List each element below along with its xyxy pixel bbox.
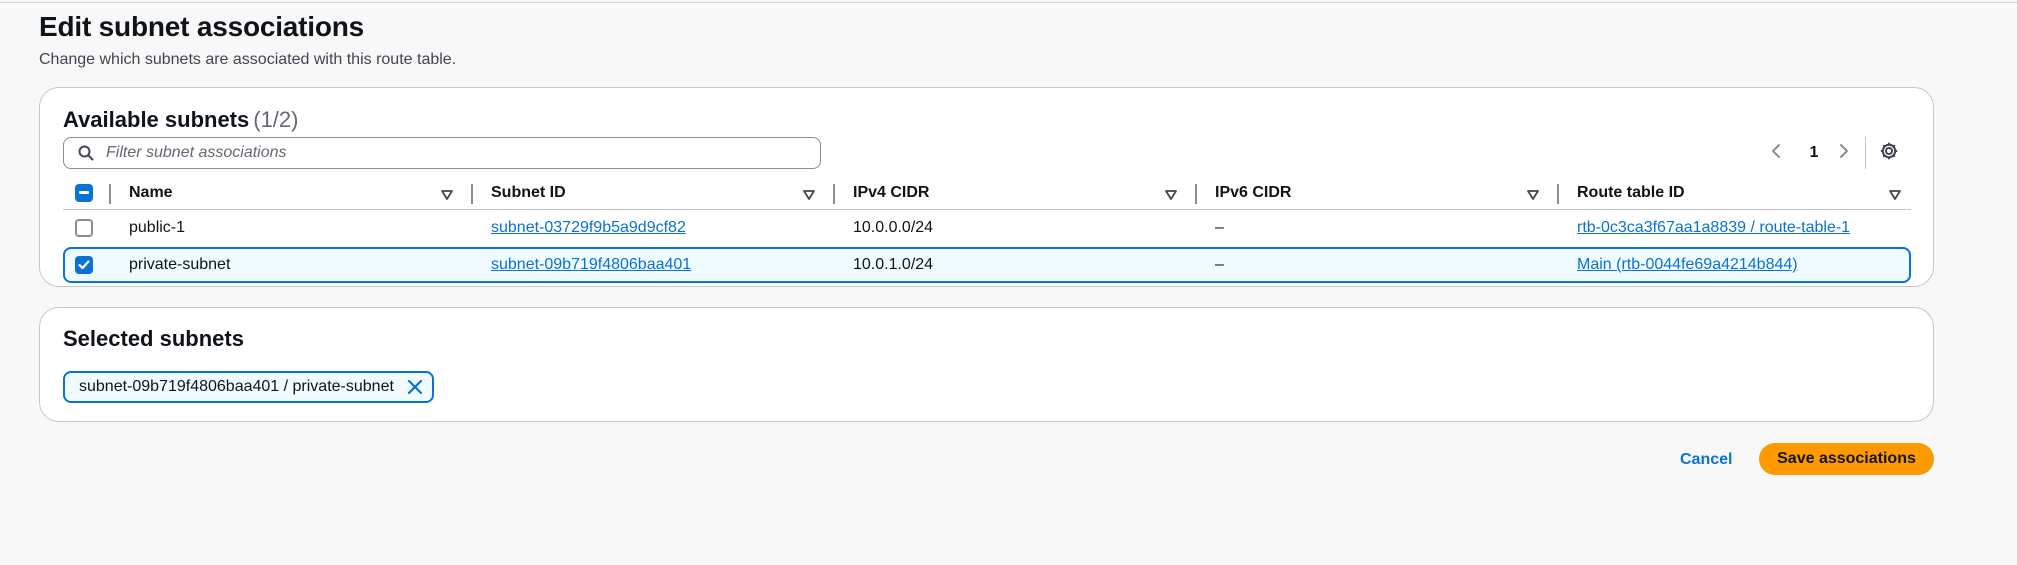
top-divider: [0, 2, 2017, 3]
column-header-ipv4-cidr[interactable]: IPv4 CIDR: [853, 176, 929, 210]
subnet-name: public-1: [129, 219, 186, 236]
ipv4-cidr: 10.0.1.0/24: [853, 256, 934, 273]
column-separator[interactable]: [471, 184, 473, 204]
ipv6-cidr: –: [1215, 256, 1224, 273]
route-table-link[interactable]: rtb-0c3ca3f67aa1a8839 / route-table-1: [1577, 210, 1850, 246]
column-header-ipv6-cidr[interactable]: IPv6 CIDR: [1215, 176, 1291, 210]
save-associations-button[interactable]: Save associations: [1759, 443, 1934, 475]
sort-down-icon[interactable]: [441, 187, 453, 205]
cancel-button[interactable]: Cancel: [1670, 444, 1742, 476]
route-table-link[interactable]: Main (rtb-0044fe69a4214b844): [1577, 249, 1798, 281]
search-icon: [78, 145, 94, 166]
column-separator: [109, 184, 111, 204]
page-number-button[interactable]: 1: [1804, 137, 1824, 169]
chevron-left-icon: [1770, 143, 1782, 164]
table-header: Name Subnet ID IPv4 CIDR IPv6 CIDR Route…: [63, 176, 1911, 210]
previous-page-button[interactable]: [1770, 137, 1782, 169]
available-subnets-title: Available subnets: [63, 107, 250, 132]
ipv4-cidr: 10.0.0.0/24: [853, 219, 934, 236]
subnet-id-link[interactable]: subnet-03729f9b5a9d9cf82: [491, 210, 686, 246]
selected-subnet-token: subnet-09b719f4806baa401 / private-subne…: [63, 371, 434, 403]
column-separator[interactable]: [833, 184, 835, 204]
sort-down-icon[interactable]: [1527, 187, 1539, 205]
available-subnets-heading: Available subnets (1/2): [63, 107, 299, 133]
subnets-table: Name Subnet ID IPv4 CIDR IPv6 CIDR Route…: [63, 176, 1911, 283]
next-page-button[interactable]: [1838, 137, 1850, 169]
select-all-checkbox[interactable]: [75, 184, 93, 202]
column-separator[interactable]: [1557, 184, 1559, 204]
token-label: subnet-09b719f4806baa401 / private-subne…: [79, 378, 394, 395]
available-subnets-panel: Available subnets(1/2) 1: [39, 87, 1934, 287]
subnet-id-link[interactable]: subnet-09b719f4806baa401: [491, 249, 691, 281]
selection-count: (1/2): [253, 107, 299, 132]
close-icon[interactable]: [406, 378, 424, 396]
filter-input[interactable]: [106, 141, 806, 165]
sort-down-icon[interactable]: [1889, 187, 1901, 205]
select-all-cell: [75, 176, 93, 210]
selected-subnets-heading: Selected subnets: [63, 326, 244, 351]
ipv6-cidr: –: [1215, 219, 1224, 236]
column-header-subnet-id[interactable]: Subnet ID: [491, 176, 566, 210]
row-select-cell: [75, 249, 93, 281]
subnet-name: private-subnet: [129, 256, 231, 273]
preferences-button[interactable]: [1879, 137, 1899, 169]
pager-divider: [1865, 137, 1866, 169]
column-separator[interactable]: [1195, 184, 1197, 204]
page-description: Change which subnets are associated with…: [39, 51, 457, 68]
row-checkbox-checked[interactable]: [75, 256, 93, 274]
filter-box: [63, 137, 821, 169]
row-select-cell: [75, 210, 93, 246]
sort-down-icon[interactable]: [1165, 187, 1177, 205]
column-header-name[interactable]: Name: [129, 176, 173, 210]
chevron-right-icon: [1838, 143, 1850, 164]
selected-subnets-panel: Selected subnets subnet-09b719f4806baa40…: [39, 307, 1934, 422]
table-row-selected[interactable]: private-subnet subnet-09b719f4806baa401 …: [63, 247, 1911, 283]
gear-icon: [1879, 141, 1899, 166]
row-checkbox[interactable]: [75, 219, 93, 237]
column-header-route-table-id[interactable]: Route table ID: [1577, 176, 1685, 210]
table-row[interactable]: public-1 subnet-03729f9b5a9d9cf82 10.0.0…: [63, 210, 1911, 246]
page-title: Edit subnet associations: [39, 11, 365, 42]
sort-down-icon[interactable]: [803, 187, 815, 205]
